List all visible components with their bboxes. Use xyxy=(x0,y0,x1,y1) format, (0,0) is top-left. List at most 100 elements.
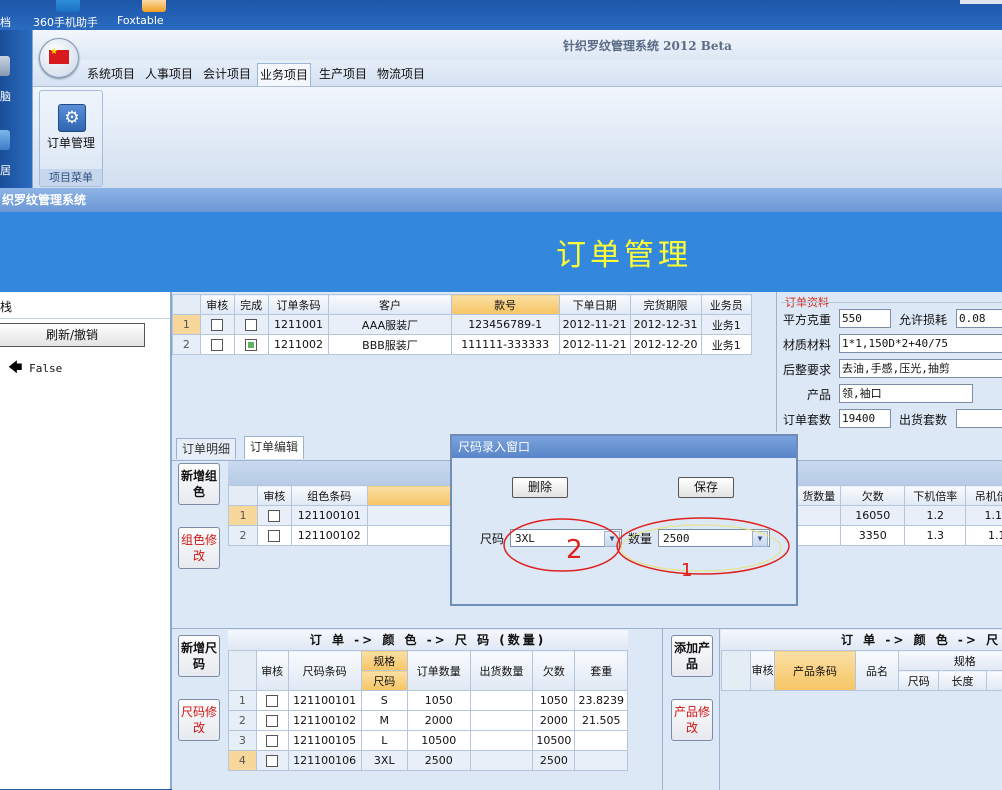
refresh-undo-button[interactable]: 刷新/撤销 xyxy=(0,323,145,347)
size[interactable]: L xyxy=(361,731,407,751)
add-size-button[interactable]: 新增尺码 xyxy=(178,635,220,677)
set-weight[interactable]: 23.8239 xyxy=(575,691,628,711)
column-header[interactable]: 完成 xyxy=(234,295,268,315)
sets-field[interactable]: 19400 xyxy=(839,409,891,428)
column-header[interactable]: 长度 xyxy=(939,671,987,691)
column-header[interactable]: 吊机倍率 xyxy=(966,486,1002,506)
tab-order-detail[interactable]: 订单明细 xyxy=(176,438,236,459)
color-code[interactable]: 121100101 xyxy=(291,506,368,526)
column-header[interactable]: 规格 xyxy=(361,651,407,671)
set-weight[interactable] xyxy=(575,751,628,771)
phone-assistant-icon[interactable] xyxy=(56,0,80,12)
table-row[interactable]: 2 121100102 M 2000 2000 21.505 xyxy=(229,711,628,731)
foxtable-icon[interactable] xyxy=(142,0,166,12)
review-checkbox[interactable] xyxy=(256,711,288,731)
add-product-button[interactable]: 添加产品 xyxy=(671,635,713,677)
review-checkbox[interactable] xyxy=(256,751,288,771)
gear-icon[interactable]: ⚙ xyxy=(58,104,86,132)
desktop-icon-label[interactable]: 360手机助手 xyxy=(33,14,98,30)
set-weight[interactable]: 21.505 xyxy=(575,711,628,731)
computer-icon[interactable] xyxy=(0,56,10,76)
order-qty[interactable]: 1050 xyxy=(407,691,470,711)
edit-size-button[interactable]: 尺码修改 xyxy=(178,699,220,741)
style-number[interactable]: 111111-333333 xyxy=(451,335,559,355)
column-header[interactable]: 组色条码 xyxy=(291,486,368,506)
row-number[interactable]: 1 xyxy=(229,506,258,526)
menu-accounting[interactable]: 会计项目 xyxy=(201,65,253,83)
shipped-qty[interactable] xyxy=(470,711,533,731)
row-number[interactable]: 1 xyxy=(229,691,257,711)
order-management-button[interactable]: 订单管理 xyxy=(40,134,102,151)
column-header[interactable]: 尺码 xyxy=(899,671,939,691)
column-header[interactable]: 产品条码 xyxy=(775,651,855,691)
column-header[interactable]: 尺码条码 xyxy=(288,651,361,691)
column-header[interactable]: 尺码 xyxy=(361,671,407,691)
menu-personnel[interactable]: 人事项目 xyxy=(143,65,195,83)
done-checkbox[interactable] xyxy=(234,315,268,335)
column-header[interactable]: 客户 xyxy=(329,295,451,315)
size-code[interactable]: 121100101 xyxy=(288,691,361,711)
shipped-qty[interactable] xyxy=(470,751,533,771)
network-icon[interactable] xyxy=(0,130,10,150)
tab-order-edit[interactable]: 订单编辑 xyxy=(244,436,304,459)
hang-rate[interactable]: 1.1 xyxy=(966,526,1002,546)
row-number[interactable]: 4 xyxy=(229,751,257,771)
size-code[interactable]: 121100105 xyxy=(288,731,361,751)
save-button[interactable]: 保存 xyxy=(678,477,734,498)
column-header[interactable]: 审核 xyxy=(258,486,291,506)
finish-field[interactable]: 去油,手感,压光,抽剪 xyxy=(839,359,1002,378)
delete-button[interactable]: 删除 xyxy=(512,477,568,498)
order-code[interactable]: 1211001 xyxy=(268,315,329,335)
due-date[interactable]: 2012-12-31 xyxy=(630,315,701,335)
down-rate[interactable]: 1.3 xyxy=(905,526,966,546)
table-row[interactable]: 1 121100101 S 1050 1050 23.8239 xyxy=(229,691,628,711)
edit-product-button[interactable]: 产品修改 xyxy=(671,699,713,741)
size-code[interactable]: 121100106 xyxy=(288,751,361,771)
column-header[interactable]: 完货期限 xyxy=(630,295,701,315)
style-number[interactable]: 123456789-1 xyxy=(451,315,559,335)
review-checkbox[interactable] xyxy=(256,731,288,751)
owed-qty[interactable]: 10500 xyxy=(533,731,575,751)
column-header[interactable]: 出货数量 xyxy=(470,651,533,691)
shipped-sets-field[interactable] xyxy=(956,409,1002,428)
row-number[interactable]: 2 xyxy=(229,711,257,731)
row-number[interactable]: 2 xyxy=(229,526,258,546)
column-header[interactable]: 审核 xyxy=(750,651,775,691)
desktop-icon-label[interactable]: Foxtable xyxy=(117,14,164,27)
shipped-qty[interactable] xyxy=(470,731,533,751)
table-row[interactable]: 1 1211001 AAA服装厂 123456789-1 2012-11-21 … xyxy=(173,315,752,335)
order-qty[interactable]: 2500 xyxy=(407,751,470,771)
column-header[interactable]: 业务员 xyxy=(701,295,751,315)
column-header[interactable]: 高 xyxy=(987,671,1002,691)
desktop-icon-label[interactable]: 脑 xyxy=(0,88,11,104)
due-date[interactable]: 2012-12-20 xyxy=(630,335,701,355)
loss-field[interactable]: 0.08 xyxy=(956,309,1002,328)
owed-qty[interactable]: 2500 xyxy=(533,751,575,771)
row-number[interactable]: 2 xyxy=(173,335,201,355)
column-header[interactable]: 欠数 xyxy=(533,651,575,691)
order-date[interactable]: 2012-11-21 xyxy=(559,315,630,335)
row-number[interactable]: 3 xyxy=(229,731,257,751)
order-qty[interactable]: 10500 xyxy=(407,731,470,751)
column-header[interactable]: 审核 xyxy=(200,295,234,315)
row-number[interactable]: 1 xyxy=(173,315,201,335)
size-code[interactable]: 121100102 xyxy=(288,711,361,731)
weight-field[interactable]: 550 xyxy=(839,309,891,328)
column-header[interactable]: 欠数 xyxy=(841,486,905,506)
edit-color-button[interactable]: 组色修改 xyxy=(178,527,220,569)
column-header[interactable]: 审核 xyxy=(256,651,288,691)
column-header[interactable]: 套重 xyxy=(575,651,628,691)
column-header[interactable]: 规格 xyxy=(899,651,1002,671)
customer[interactable]: BBB服装厂 xyxy=(329,335,451,355)
salesperson[interactable]: 业务1 xyxy=(701,335,751,355)
table-row[interactable]: 3 121100105 L 10500 10500 xyxy=(229,731,628,751)
color-code[interactable]: 121100102 xyxy=(291,526,368,546)
hang-rate[interactable]: 1.15 xyxy=(966,506,1002,526)
owed-qty[interactable]: 3350 xyxy=(841,526,905,546)
column-header[interactable]: 下单日期 xyxy=(559,295,630,315)
product-field[interactable]: 领,袖口 xyxy=(839,384,973,403)
desktop-icon-label[interactable]: 档 xyxy=(0,14,11,30)
order-code[interactable]: 1211002 xyxy=(268,335,329,355)
review-checkbox[interactable] xyxy=(200,335,234,355)
tree-node[interactable]: 🡄 False xyxy=(8,357,62,381)
